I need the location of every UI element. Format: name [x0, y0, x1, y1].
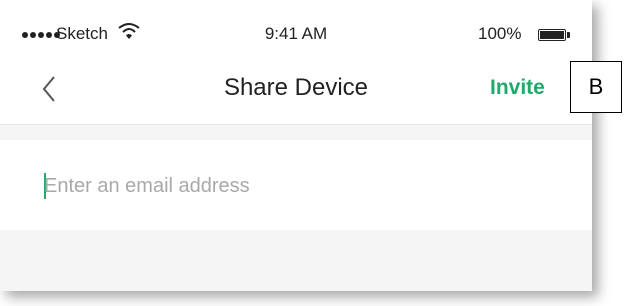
navigation-bar: Share Device Invite — [0, 50, 592, 125]
annotation-label: B — [570, 61, 622, 113]
battery-percentage: 100% — [478, 24, 522, 43]
status-bar: Sketch 9:41 AM 100% — [0, 0, 592, 50]
invite-button[interactable]: Invite — [490, 76, 545, 100]
battery-icon — [538, 29, 566, 41]
battery-tip — [567, 32, 570, 38]
phone-screen: Sketch 9:41 AM 100% Share Device Invite — [0, 0, 592, 291]
email-field[interactable] — [44, 171, 544, 201]
